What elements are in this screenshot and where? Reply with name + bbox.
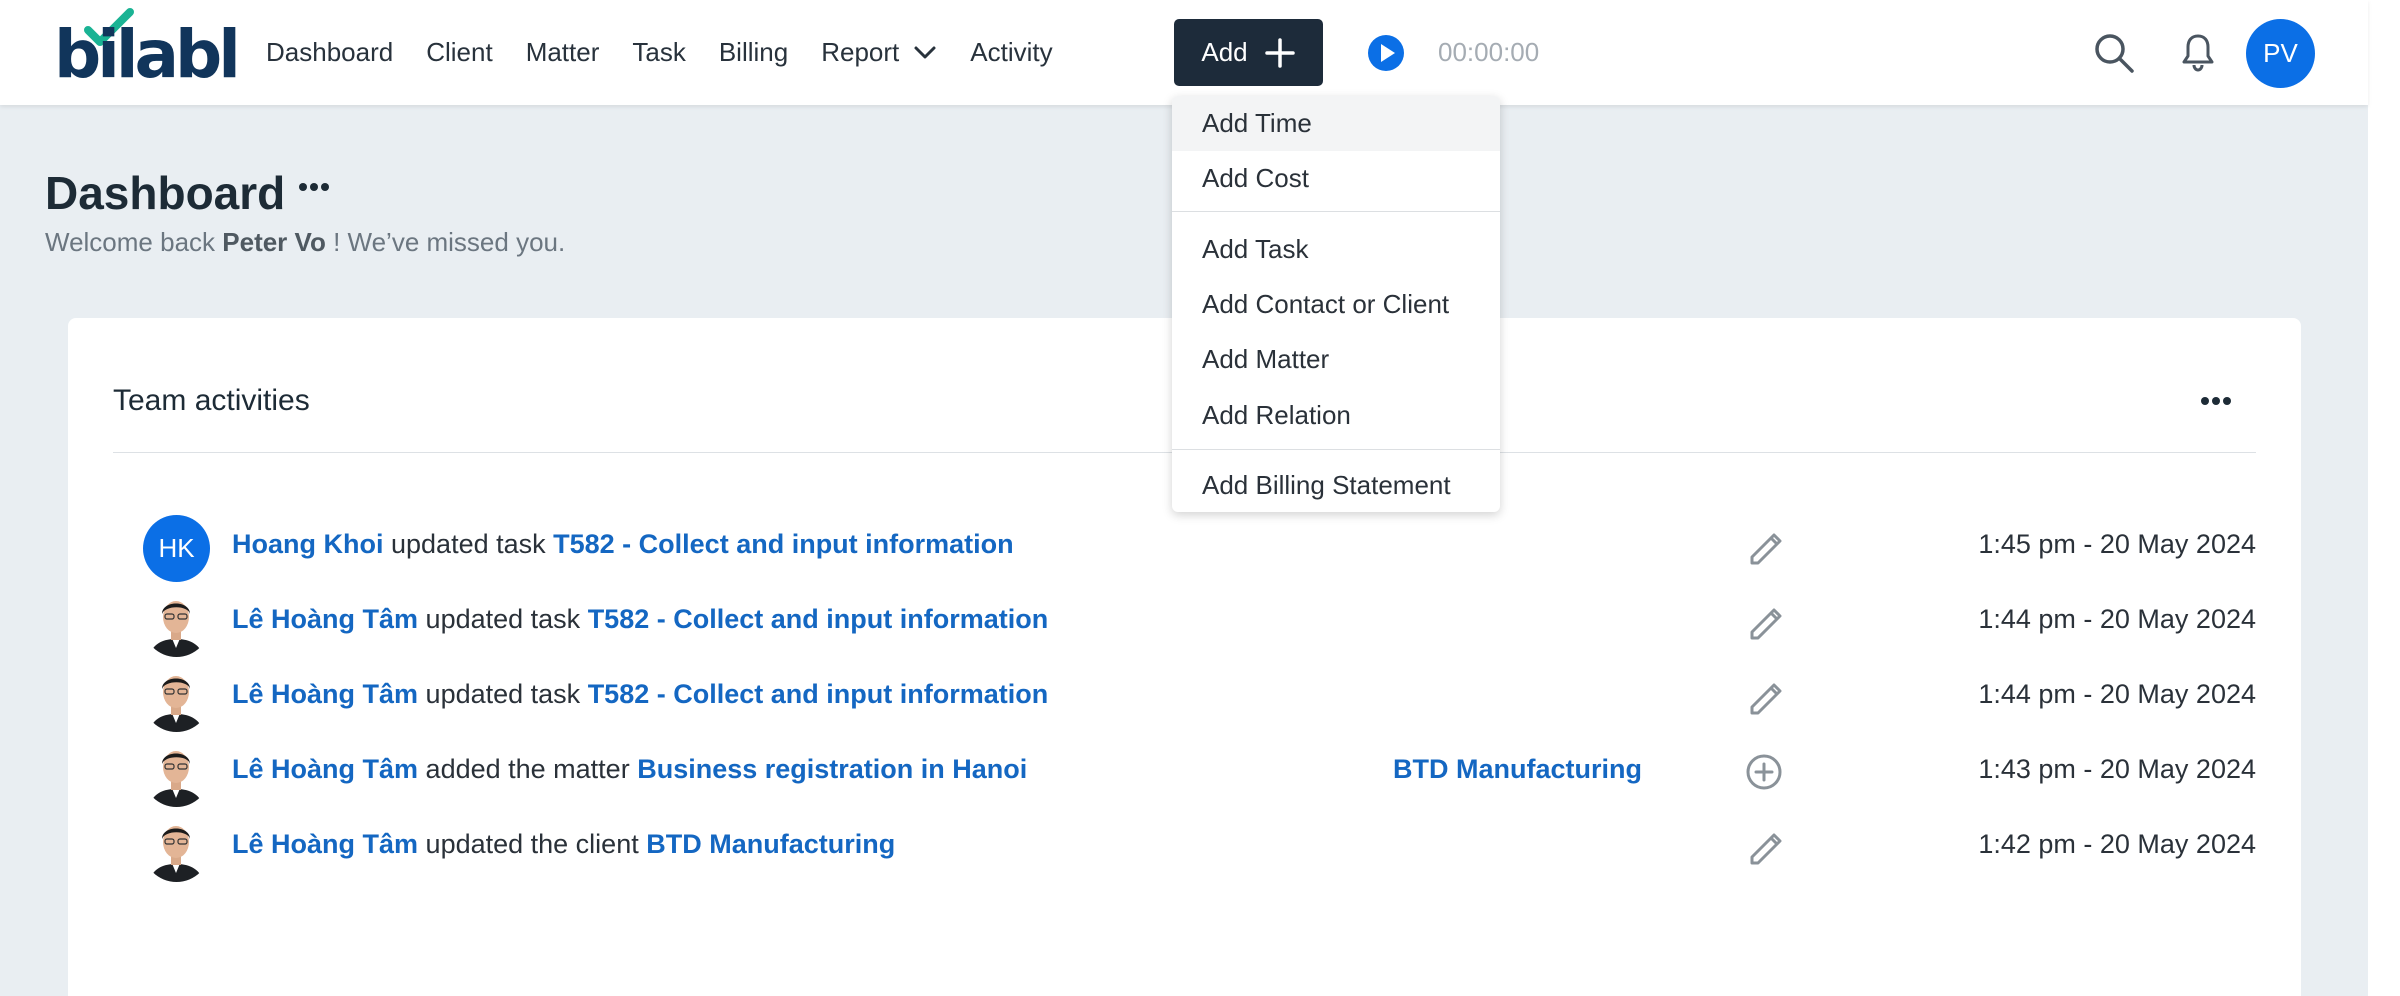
timer-display: 00:00:00 [1438, 37, 1540, 67]
activity-time: 1:45 pm - 20 May 2024 [1978, 529, 2256, 559]
plus-icon [1264, 37, 1295, 68]
nav-label: Task [632, 37, 686, 67]
menu-item-add-time[interactable]: Add Time [1172, 96, 1500, 151]
pencil-icon [1750, 833, 1782, 865]
menu-item-add-relation[interactable]: Add Relation [1172, 388, 1500, 443]
menu-item-add-task[interactable]: Add Task [1172, 222, 1500, 277]
actor-link[interactable]: Lê Hoàng Tâm [232, 604, 418, 634]
menu-item-add-billing-statement[interactable]: Add Billing Statement [1172, 458, 1500, 512]
activity-row: Lê Hoàng Tâm updated task T582 - Collect… [68, 659, 2301, 734]
user-initials: PV [2263, 38, 2298, 68]
nav-billing[interactable]: Billing [719, 37, 788, 68]
chevron-down-icon [914, 46, 936, 58]
user-avatar[interactable]: PV [2246, 19, 2315, 88]
nav-matter[interactable]: Matter [526, 37, 600, 68]
activity-time: 1:43 pm - 20 May 2024 [1978, 754, 2256, 784]
target-link[interactable]: T582 - Collect and input information [588, 679, 1049, 709]
add-button-label: Add [1201, 37, 1248, 67]
action-text: updated the client [425, 829, 639, 859]
activity-text: Hoang Khoi updated task T582 - Collect a… [232, 529, 1014, 560]
add-button[interactable]: Add [1174, 19, 1323, 86]
menu-item-add-matter[interactable]: Add Matter [1172, 332, 1500, 387]
activity-row: Lê Hoàng Tâm added the matter Business r… [68, 734, 2301, 809]
activity-time: 1:42 pm - 20 May 2024 [1978, 829, 2256, 859]
pencil-icon [1750, 608, 1782, 640]
plus-circle-icon [1746, 754, 1782, 790]
search-icon[interactable] [2093, 32, 2135, 74]
actor-link[interactable]: Lê Hoàng Tâm [232, 754, 418, 784]
nav-label: Matter [525, 37, 600, 67]
menu-item-add-contact-or-client[interactable]: Add Contact or Client [1172, 277, 1500, 332]
action-text: updated task [425, 679, 581, 709]
nav-activity[interactable]: Activity [970, 37, 1052, 68]
activity-time: 1:44 pm - 20 May 2024 [1978, 604, 2256, 634]
pencil-icon [1750, 533, 1782, 565]
action-text: updated task [391, 529, 546, 559]
nav-label: Report [821, 37, 900, 67]
avatar [143, 740, 210, 807]
nav-label: Billing [718, 37, 789, 67]
action-text: added the matter [425, 754, 630, 784]
activity-row: Lê Hoàng Tâm updated task T582 - Collect… [68, 584, 2301, 659]
target-link[interactable]: BTD Manufacturing [646, 829, 895, 859]
activity-row: HK Hoang Khoi updated task T582 - Collec… [68, 509, 2301, 584]
add-dropdown-menu: Add Time Add Cost Add Task Add Contact o… [1172, 96, 1500, 512]
activity-text: Lê Hoàng Tâm updated task T582 - Collect… [232, 604, 1048, 635]
scrollbar-gutter [2368, 0, 2400, 996]
action-text: updated task [425, 604, 581, 634]
main-nav: Dashboard Client Matter Task Billing Rep… [266, 0, 1086, 105]
menu-item-add-cost[interactable]: Add Cost [1172, 151, 1500, 206]
nav-label: Client [426, 37, 493, 67]
bilabl-logo[interactable]: bilabl [54, 8, 241, 98]
activity-time: 1:44 pm - 20 May 2024 [1978, 679, 2256, 709]
avatar [143, 665, 210, 732]
card-title: Team activities [113, 384, 310, 417]
nav-label: Activity [970, 37, 1053, 67]
welcome-prefix: Welcome back [45, 227, 216, 257]
welcome-suffix: ! We’ve missed you. [333, 227, 566, 257]
nav-task[interactable]: Task [632, 37, 685, 68]
client-link[interactable]: BTD Manufacturing [1393, 754, 1642, 785]
activity-text: Lê Hoàng Tâm updated task T582 - Collect… [232, 679, 1048, 710]
top-navbar: bilabl Dashboard Client Matter Task Bill… [0, 0, 2368, 105]
logo-text: bilabl [54, 16, 241, 93]
more-options-icon[interactable] [298, 182, 330, 192]
actor-link[interactable]: Lê Hoàng Tâm [232, 679, 418, 709]
menu-divider [1172, 449, 1500, 450]
nav-client[interactable]: Client [426, 37, 492, 68]
avatar-initials: HK [158, 533, 195, 563]
timer-play-icon[interactable] [1367, 34, 1405, 72]
activity-row: Lê Hoàng Tâm updated the client BTD Manu… [68, 809, 2301, 884]
nav-dashboard[interactable]: Dashboard [266, 37, 393, 68]
pencil-icon [1750, 683, 1782, 715]
target-link[interactable]: T582 - Collect and input information [553, 529, 1014, 559]
avatar [143, 815, 210, 882]
nav-report[interactable]: Report [821, 37, 937, 68]
target-link[interactable]: T582 - Collect and input information [588, 604, 1049, 634]
target-link[interactable]: Business registration in Hanoi [637, 754, 1027, 784]
menu-divider [1172, 211, 1500, 212]
page-title: Dashboard [45, 167, 286, 219]
avatar: HK [143, 515, 210, 582]
welcome-user-name: Peter Vo [222, 227, 326, 257]
more-options-icon[interactable] [2200, 396, 2232, 406]
actor-link[interactable]: Hoang Khoi [232, 529, 383, 559]
activity-text: Lê Hoàng Tâm added the matter Business r… [232, 754, 1027, 785]
avatar [143, 590, 210, 657]
nav-label: Dashboard [266, 37, 394, 67]
bell-icon[interactable] [2181, 32, 2215, 72]
welcome-message: Welcome back Peter Vo ! We’ve missed you… [45, 227, 565, 258]
activity-text: Lê Hoàng Tâm updated the client BTD Manu… [232, 829, 895, 860]
actor-link[interactable]: Lê Hoàng Tâm [232, 829, 418, 859]
